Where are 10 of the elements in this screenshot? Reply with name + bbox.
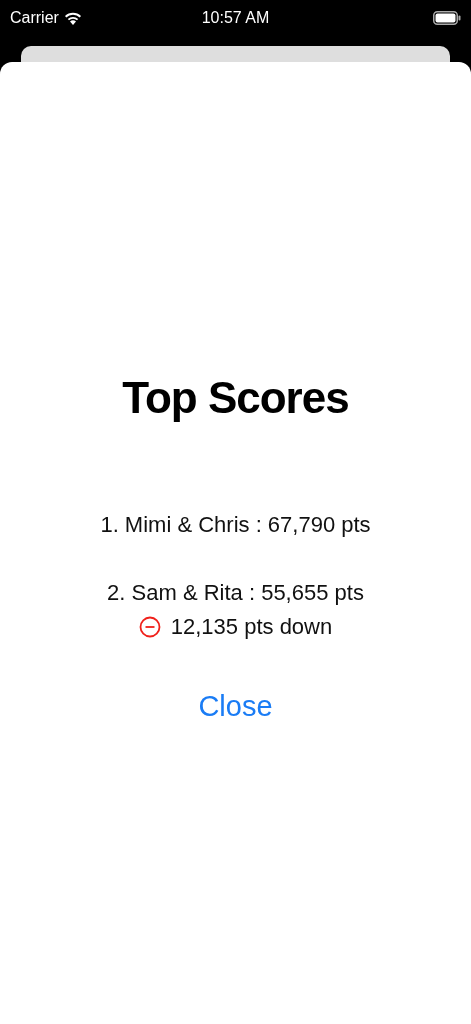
score-entry: 1. Mimi & Chris : 67,790 pts [100,511,371,539]
close-button[interactable]: Close [194,688,277,724]
battery-icon [433,11,461,25]
carrier-label: Carrier [10,9,59,27]
minus-circle-icon [138,616,161,638]
points-down-text: 12,135 pts down [170,613,333,641]
clock-time: 10:57 AM [201,9,270,27]
wifi-icon [63,11,82,25]
sheet-title: Top Scores [122,372,349,424]
score-entry: 2. Sam & Rita : 55,655 pts [107,579,364,607]
